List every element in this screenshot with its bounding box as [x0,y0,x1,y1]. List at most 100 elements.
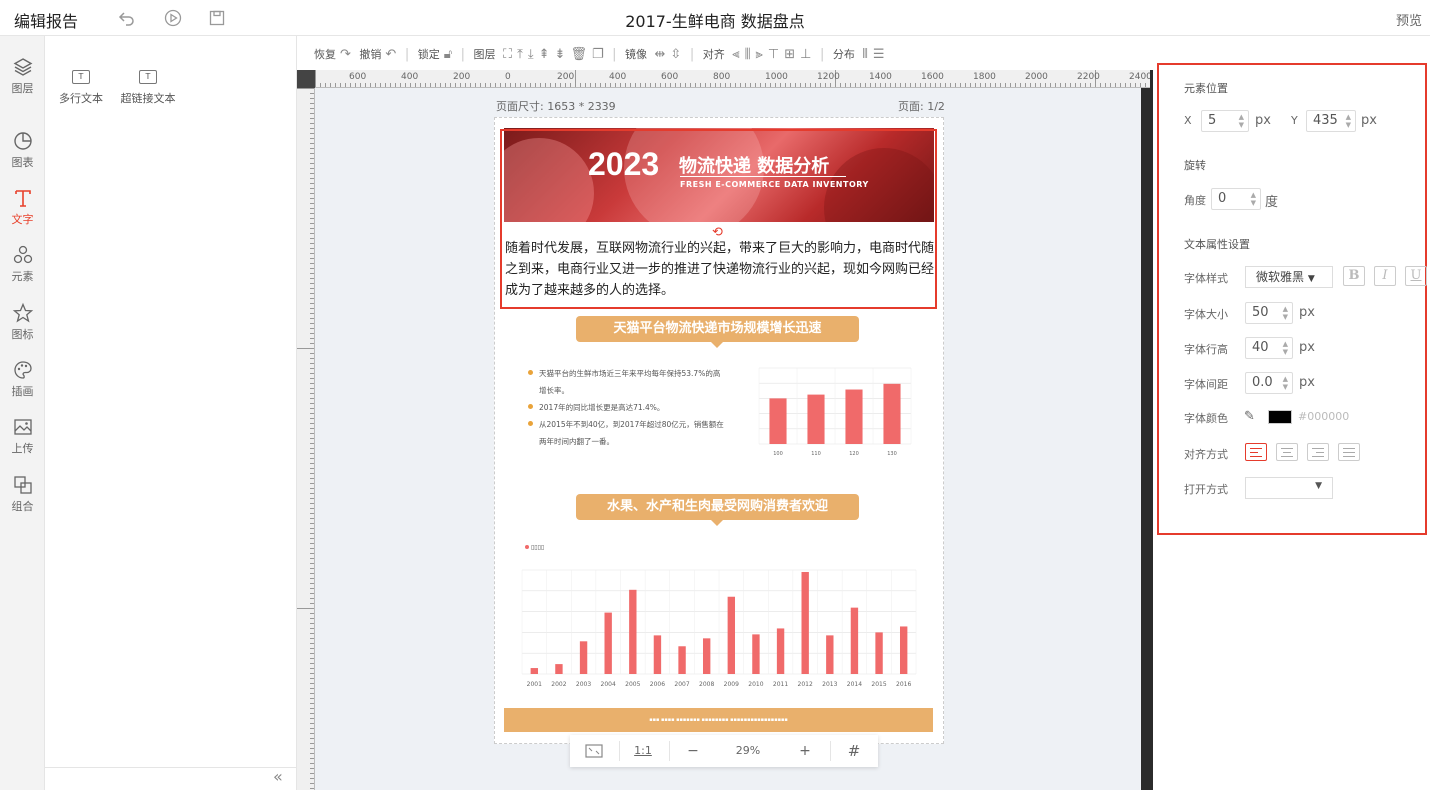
bar[interactable] [875,632,883,674]
align-text-center-button[interactable] [1276,443,1298,461]
play-icon[interactable] [163,8,183,28]
bar[interactable] [678,646,686,674]
distribute-vertical-icon[interactable]: ☰ [873,47,885,62]
copy-icon[interactable]: ❐ [592,47,604,62]
font-family-select[interactable]: 微软雅黑 ▼ [1245,266,1333,288]
align-left-icon[interactable]: ⫷ [732,47,739,62]
bar[interactable] [899,626,908,674]
y-input[interactable]: 435 ▲ ▼ [1306,110,1356,132]
hyperlink-text-tool[interactable]: T 超链接文本 [118,70,178,106]
lock-icon[interactable]: 🔓︎ [444,47,452,62]
stepper-icon[interactable]: ▲ ▼ [1239,113,1244,129]
redo-icon[interactable]: ↷ [340,47,351,62]
bar[interactable] [604,612,612,674]
font-size-input[interactable]: 50 ▲ ▼ [1245,302,1293,324]
color-swatch[interactable] [1268,410,1292,424]
small-bar-chart[interactable]: 100 110 120 130 [745,362,915,457]
bar[interactable] [629,589,637,674]
align-right-icon[interactable]: ⫸ [756,47,763,62]
section-banner-1[interactable]: 天猫平台物流快递市场规模增长迅速 [576,316,859,348]
section-banner-2[interactable]: 水果、水产和生肉最受网购消费者欢迎 [576,494,859,526]
letter-spacing-input[interactable]: 0.0 ▲ ▼ [1245,372,1293,394]
layer-group-icon[interactable]: ⛶ [503,47,512,62]
align-middle-icon[interactable]: ⊞ [784,47,795,62]
grid-icon[interactable]: # [838,735,870,767]
distribute-horizontal-icon[interactable]: ⫴ [862,47,867,62]
redo-button[interactable]: 恢复 [314,46,336,62]
align-top-icon[interactable]: ⊤ [768,47,779,62]
sidebar-item-charts[interactable]: 图表 [0,124,45,174]
undo-button[interactable]: 撤销 [359,46,381,62]
send-back-icon[interactable]: ⇟ [555,47,566,62]
x-tick-label: 120 [849,451,859,457]
sidebar-item-elements[interactable]: 元素 [0,238,45,288]
stepper-icon[interactable]: ▲ ▼ [1346,113,1351,129]
zoom-out-button[interactable]: − [678,735,708,767]
hero-banner[interactable]: 2023 物流快递 数据分析 FRESH E-COMMERCE DATA INV… [504,128,934,222]
bring-up-icon[interactable]: ⤒ [517,47,523,62]
bar[interactable] [653,635,662,674]
bar[interactable] [850,607,859,674]
sidebar-item-upload[interactable]: 上传 [0,410,45,460]
bar[interactable] [769,398,787,444]
align-text-left-button[interactable] [1245,443,1267,461]
undo-icon[interactable]: ↶ [385,47,396,62]
align-center-icon[interactable]: ⫼ [745,47,751,62]
vertical-ruler[interactable] [297,88,315,790]
actual-size-button[interactable]: 1:1 [627,735,659,767]
bar[interactable] [752,634,760,674]
italic-button[interactable]: I [1374,266,1396,286]
bring-front-icon[interactable]: ⇞ [539,47,550,62]
underline-button[interactable]: U [1405,266,1427,286]
multiline-text-tool[interactable]: T 多行文本 [51,70,111,106]
bar[interactable] [555,664,563,674]
bar[interactable] [776,628,785,674]
bullet-list[interactable]: 天猫平台的生鲜市场近三年来平均每年保持53.7%的高增长率。 2017年的同比增… [527,365,727,450]
stepper-icon[interactable]: ▲ ▼ [1283,375,1288,391]
ruler-label: 200 [453,72,470,82]
align-bottom-icon[interactable]: ⊥ [800,47,811,62]
flip-vertical-icon[interactable]: ⇳ [670,47,681,62]
x-tick-label: 100 [773,451,783,457]
font-size-value: 50 [1252,305,1269,320]
bold-button[interactable]: B [1343,266,1365,286]
stepper-icon[interactable]: ▲ ▼ [1251,191,1256,207]
sidebar-item-group[interactable]: 组合 [0,468,45,518]
bar[interactable] [530,668,539,674]
stepper-icon[interactable]: ▲ ▼ [1283,305,1288,321]
collapse-panel-icon[interactable]: « [273,767,283,786]
fit-screen-icon[interactable] [580,735,608,767]
large-bar-chart[interactable]: 2001 2002 2003 2004 2005 2006 2007 2008 2009 2010… [520,566,918,688]
save-icon[interactable] [207,8,227,28]
sidebar-item-text[interactable]: 文字 [0,181,45,231]
align-text-right-button[interactable] [1307,443,1329,461]
delete-icon[interactable]: 🗑︎ [570,47,587,62]
bar[interactable] [883,383,901,444]
send-down-icon[interactable]: ⤓ [528,47,534,62]
horizontal-ruler[interactable]: 600 400 200 0 200 400 600 800 1000 1200 1400 1600 18… [315,70,1150,88]
bar[interactable] [702,638,711,674]
eyedropper-icon[interactable]: ✎ [1244,409,1255,424]
x-input[interactable]: 5 ▲ ▼ [1201,110,1249,132]
undo-icon[interactable] [117,8,137,28]
sidebar-item-layers[interactable]: 图层 [0,50,45,100]
flip-horizontal-icon[interactable]: ⇹ [655,47,666,62]
sidebar-item-illustrations[interactable]: 插画 [0,353,45,403]
bar[interactable] [826,635,834,674]
bar[interactable] [727,596,736,674]
angle-input[interactable]: 0 ▲ ▼ [1211,188,1261,210]
sidebar-item-icons[interactable]: 图标 [0,296,45,346]
bar[interactable] [579,641,588,674]
stepper-icon[interactable]: ▲ ▼ [1283,340,1288,356]
bar[interactable] [807,394,825,444]
preview-button[interactable]: 预览 [1396,10,1422,29]
canvas-scrollbar[interactable] [1141,88,1153,790]
bar[interactable] [845,389,863,444]
bar[interactable] [801,571,809,674]
line-height-input[interactable]: 40 ▲ ▼ [1245,337,1293,359]
intro-text-block[interactable]: 随着时代发展，互联网物流行业的兴起，带来了巨大的影响力，电商时代随之到来，电商行… [505,238,937,301]
align-text-justify-button[interactable] [1338,443,1360,461]
open-mode-select[interactable]: ▼ [1245,477,1333,499]
lock-button[interactable]: 锁定 [418,46,440,62]
zoom-in-button[interactable]: + [790,735,820,767]
